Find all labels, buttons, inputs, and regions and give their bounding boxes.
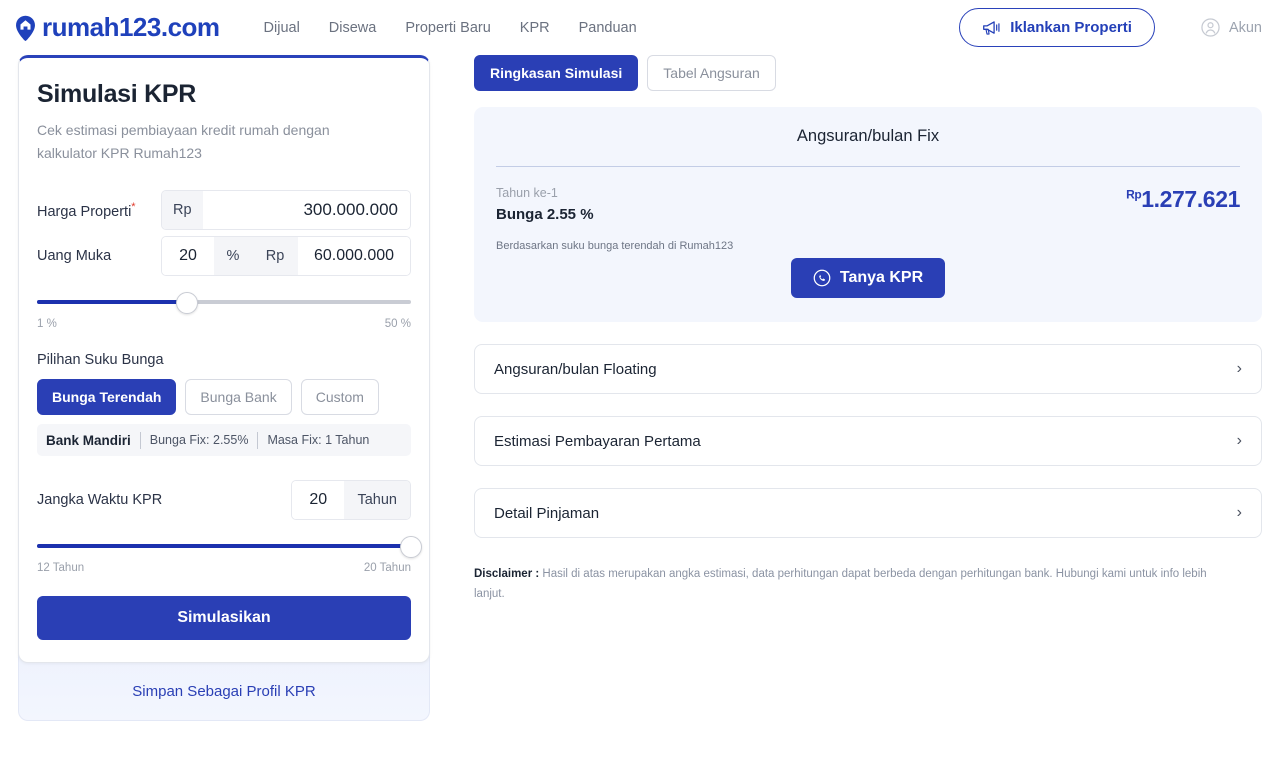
summary-interest-label: Bunga 2.55 % bbox=[496, 206, 594, 223]
jangka-waktu-input-group[interactable]: 20 Tahun bbox=[291, 480, 411, 521]
disclaimer: Disclaimer : Hasil di atas merupakan ang… bbox=[474, 564, 1219, 604]
bank-divider-1 bbox=[139, 431, 141, 449]
down-payment-slider[interactable] bbox=[37, 292, 411, 315]
tab-ringkasan-simulasi[interactable]: Ringkasan Simulasi bbox=[474, 55, 639, 91]
percent-symbol: % bbox=[214, 237, 252, 276]
tanya-kpr-label: Tanya KPR bbox=[839, 269, 924, 286]
harga-properti-label: Harga Properti* bbox=[37, 201, 161, 220]
accordion-detail-pinjaman[interactable]: Detail Pinjaman › bbox=[474, 488, 1262, 538]
page-body: Simulasi KPR Cek estimasi pembiayaan kre… bbox=[0, 55, 1280, 722]
bank-info-bar: Bank Mandiri Bunga Fix: 2.55% Masa Fix: … bbox=[37, 424, 411, 457]
harga-properti-input[interactable]: 300.000.000 bbox=[202, 191, 410, 230]
site-header: rumah123.com Dijual Disewa Properti Baru… bbox=[0, 0, 1280, 55]
chevron-right-icon: › bbox=[1236, 504, 1242, 521]
user-circle-icon bbox=[1201, 18, 1220, 37]
account-label: Akun bbox=[1228, 19, 1262, 36]
harga-properti-input-group[interactable]: Rp 300.000.000 bbox=[161, 190, 411, 231]
summary-note: Berdasarkan suku bunga terendah di Rumah… bbox=[496, 240, 734, 252]
suku-bunga-options: Bunga Terendah Bunga Bank Custom bbox=[37, 379, 411, 416]
disclaimer-label: Disclaimer : bbox=[474, 568, 540, 580]
uang-muka-label: Uang Muka bbox=[37, 248, 112, 265]
main-nav: Dijual Disewa Properti Baru KPR Panduan bbox=[264, 20, 637, 36]
header-actions: Iklankan Properti Akun bbox=[959, 8, 1262, 47]
option-bunga-bank[interactable]: Bunga Bank bbox=[185, 379, 292, 416]
field-uang-muka: Uang Muka 20 % Rp 60.000.000 bbox=[37, 236, 411, 277]
option-bunga-terendah[interactable]: Bunga Terendah bbox=[37, 379, 177, 416]
logo-text: rumah123.com bbox=[42, 12, 220, 42]
advertise-property-label: Iklankan Properti bbox=[1010, 19, 1132, 36]
advertise-property-button[interactable]: Iklankan Properti bbox=[959, 8, 1155, 47]
uang-muka-percent-input[interactable]: 20 bbox=[162, 237, 214, 276]
dp-slider-min-label: 1 % bbox=[37, 318, 57, 331]
map-pin-house-icon bbox=[14, 15, 37, 41]
summary-currency-superscript: Rp bbox=[1126, 187, 1142, 202]
uang-muka-currency-prefix: Rp bbox=[252, 237, 298, 276]
tanya-kpr-button[interactable]: Tanya KPR bbox=[790, 258, 946, 298]
tab-tabel-angsuran[interactable]: Tabel Angsuran bbox=[647, 55, 776, 91]
summary-cta-wrap: Tanya KPR bbox=[496, 258, 1240, 298]
accordion-estimasi-pembayaran-pertama[interactable]: Estimasi Pembayaran Pertama › bbox=[474, 416, 1262, 466]
accordion-label: Estimasi Pembayaran Pertama bbox=[494, 432, 701, 450]
tenor-slider[interactable] bbox=[37, 536, 422, 559]
whatsapp-icon bbox=[813, 269, 831, 287]
save-profile-link[interactable]: Simpan Sebagai Profil KPR bbox=[132, 683, 315, 700]
dp-slider-labels: 1 % 50 % bbox=[37, 318, 411, 330]
tenor-slider-max-label: 20 Tahun bbox=[363, 562, 411, 575]
bank-masa-fix: Masa Fix: 1 Tahun bbox=[267, 433, 370, 448]
dp-slider-max-label: 50 % bbox=[384, 318, 411, 331]
jangka-waktu-input[interactable]: 20 bbox=[292, 481, 345, 520]
accordion-label: Detail Pinjaman bbox=[494, 504, 600, 522]
jangka-waktu-label: Jangka Waktu KPR bbox=[37, 492, 163, 509]
nav-item-dijual[interactable]: Dijual bbox=[264, 20, 300, 36]
bank-divider-2 bbox=[257, 431, 259, 449]
disclaimer-text: Hasil di atas merupakan angka estimasi, … bbox=[474, 568, 1207, 601]
summary-left: Tahun ke-1 Bunga 2.55 % Berdasarkan suku… bbox=[496, 186, 733, 252]
uang-muka-input-group[interactable]: 20 % Rp 60.000.000 bbox=[161, 236, 411, 277]
option-custom[interactable]: Custom bbox=[300, 379, 379, 416]
dp-slider-fill bbox=[37, 300, 187, 305]
uang-muka-amount-input[interactable]: 60.000.000 bbox=[298, 237, 410, 276]
field-harga-properti: Harga Properti* Rp 300.000.000 bbox=[37, 190, 411, 231]
simulation-form-column: Simulasi KPR Cek estimasi pembiayaan kre… bbox=[18, 55, 430, 722]
tenor-slider-labels: 12 Tahun 20 Tahun bbox=[37, 562, 411, 574]
summary-body: Tahun ke-1 Bunga 2.55 % Berdasarkan suku… bbox=[496, 186, 1240, 252]
simulate-button[interactable]: Simulasikan bbox=[37, 596, 411, 641]
accordion-label: Angsuran/bulan Floating bbox=[494, 360, 657, 378]
bank-bunga-fix: Bunga Fix: 2.55% bbox=[149, 433, 249, 448]
tenor-slider-fill bbox=[37, 544, 411, 549]
tenor-slider-thumb[interactable] bbox=[400, 536, 422, 559]
required-asterisk: * bbox=[131, 200, 136, 213]
chevron-right-icon: › bbox=[1236, 432, 1242, 449]
form-subtitle: Cek estimasi pembiayaan kredit rumah den… bbox=[37, 122, 330, 161]
summary-amount-value: 1.277.621 bbox=[1141, 186, 1240, 212]
megaphone-icon bbox=[982, 20, 1001, 36]
chevron-right-icon: › bbox=[1236, 360, 1242, 377]
dp-slider-thumb[interactable] bbox=[175, 292, 198, 315]
logo[interactable]: rumah123.com bbox=[14, 12, 220, 43]
nav-item-kpr[interactable]: KPR bbox=[520, 20, 550, 36]
harga-properti-label-text: Harga Properti bbox=[37, 203, 132, 220]
summary-year-label: Tahun ke-1 bbox=[496, 186, 558, 200]
results-column: Ringkasan Simulasi Tabel Angsuran Angsur… bbox=[474, 55, 1262, 604]
form-title: Simulasi KPR bbox=[37, 80, 196, 108]
field-jangka-waktu: Jangka Waktu KPR 20 Tahun bbox=[37, 480, 411, 521]
results-tabs: Ringkasan Simulasi Tabel Angsuran bbox=[474, 55, 1262, 91]
nav-item-properti-baru[interactable]: Properti Baru bbox=[405, 20, 490, 36]
harga-currency-prefix: Rp bbox=[162, 191, 203, 230]
nav-item-panduan[interactable]: Panduan bbox=[579, 20, 637, 36]
accordion-angsuran-floating[interactable]: Angsuran/bulan Floating › bbox=[474, 344, 1262, 394]
account-menu[interactable]: Akun bbox=[1201, 18, 1262, 37]
summary-title: Angsuran/bulan Fix bbox=[496, 127, 1240, 167]
bank-name: Bank Mandiri bbox=[46, 432, 131, 448]
jangka-waktu-unit: Tahun bbox=[344, 481, 410, 520]
summary-amount: Rp1.277.621 bbox=[1126, 186, 1240, 213]
summary-card: Angsuran/bulan Fix Tahun ke-1 Bunga 2.55… bbox=[474, 107, 1262, 322]
nav-item-disewa[interactable]: Disewa bbox=[329, 20, 377, 36]
suku-bunga-label: Pilihan Suku Bunga bbox=[37, 352, 164, 369]
tenor-slider-min-label: 12 Tahun bbox=[37, 562, 85, 575]
simulation-form-card: Simulasi KPR Cek estimasi pembiayaan kre… bbox=[18, 55, 430, 664]
